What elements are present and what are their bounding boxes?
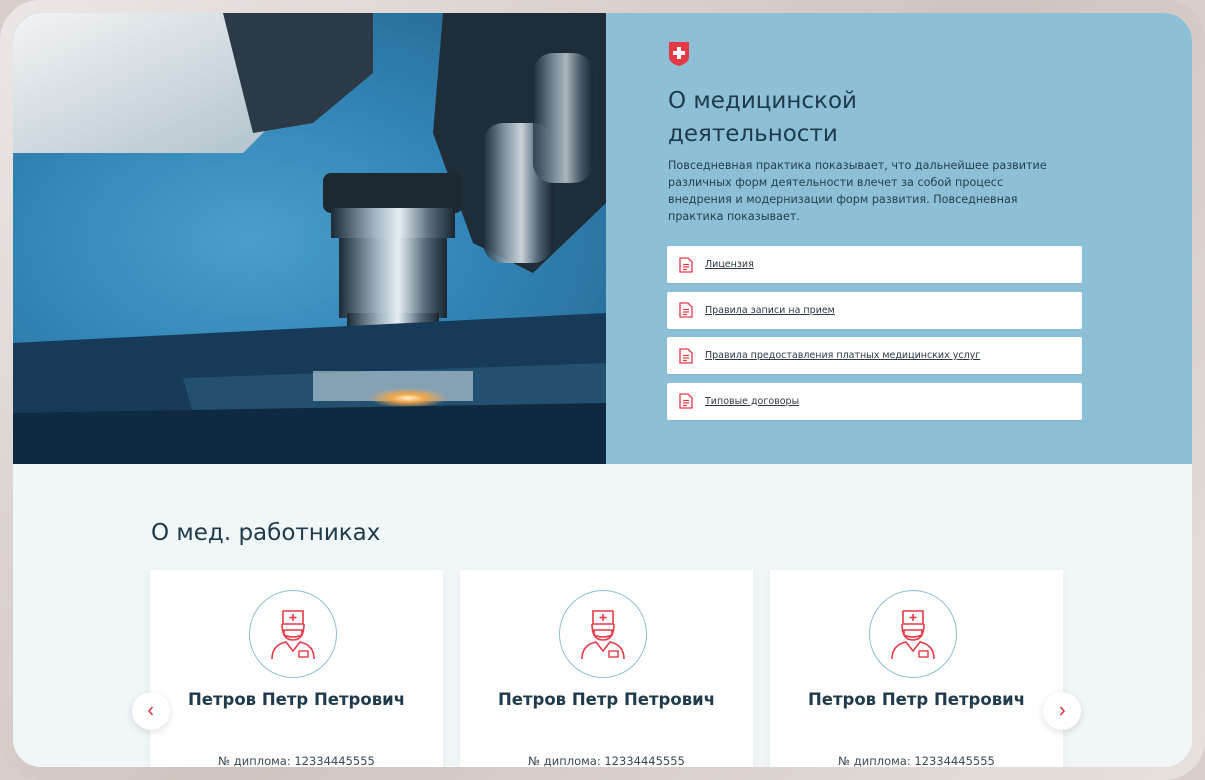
staff-name: Петров Петр Петрович <box>497 690 716 709</box>
document-link[interactable]: Правила записи на прием <box>705 305 835 316</box>
document-item-paid-services[interactable]: Правила предоставления платных медицинск… <box>667 337 1082 374</box>
staff-card[interactable]: Петров Петр Петрович № диплома: 12334445… <box>150 570 443 767</box>
staff-card[interactable]: Петров Петр Петрович № диплома: 12334445… <box>770 570 1063 767</box>
document-icon <box>679 302 693 318</box>
staff-diploma: № диплома: 12334445555 <box>528 754 685 767</box>
chevron-left-icon <box>147 706 154 716</box>
avatar <box>249 590 337 678</box>
doctor-icon <box>271 610 315 660</box>
staff-section-title: О мед. работниках <box>151 520 381 546</box>
carousel-prev-button[interactable] <box>132 692 170 730</box>
page: О медицинской деятельности Повседневная … <box>13 13 1192 767</box>
avatar <box>869 590 957 678</box>
document-item-contracts[interactable]: Типовые договоры <box>667 382 1082 420</box>
staff-diploma: № диплома: 12334445555 <box>218 754 375 767</box>
document-item-appointment-rules[interactable]: Правила записи на прием <box>667 291 1082 329</box>
documents-list: Лицензия Правила записи на прием Правила… <box>667 246 1082 428</box>
carousel-next-button[interactable] <box>1043 692 1081 730</box>
document-link[interactable]: Типовые договоры <box>705 396 799 407</box>
microscope-illustration <box>13 13 606 464</box>
chevron-right-icon <box>1059 706 1066 716</box>
about-panel: О медицинской деятельности Повседневная … <box>606 13 1192 464</box>
hero-section: О медицинской деятельности Повседневная … <box>13 13 1192 464</box>
document-link[interactable]: Лицензия <box>705 259 754 270</box>
staff-card[interactable]: Петров Петр Петрович № диплома: 12334445… <box>460 570 753 767</box>
doctor-icon <box>891 610 935 660</box>
staff-section: О мед. работниках Петров Петр Петрович №… <box>13 464 1192 767</box>
document-link[interactable]: Правила предоставления платных медицинск… <box>705 350 980 361</box>
staff-diploma: № диплома: 12334445555 <box>838 754 995 767</box>
staff-name: Петров Петр Петрович <box>807 690 1026 709</box>
staff-name: Петров Петр Петрович <box>187 690 406 709</box>
device-frame: О медицинской деятельности Повседневная … <box>0 0 1205 780</box>
microscope-photo <box>13 13 606 464</box>
document-item-license[interactable]: Лицензия <box>667 246 1082 283</box>
hero-description: Повседневная практика показывает, что да… <box>668 159 1047 223</box>
swiss-cross-logo-icon <box>669 42 689 66</box>
document-icon <box>679 347 693 364</box>
doctor-icon <box>581 610 625 660</box>
avatar <box>559 590 647 678</box>
hero-title: О медицинской деятельности <box>668 88 857 147</box>
document-icon <box>679 256 693 273</box>
document-icon <box>679 393 693 409</box>
